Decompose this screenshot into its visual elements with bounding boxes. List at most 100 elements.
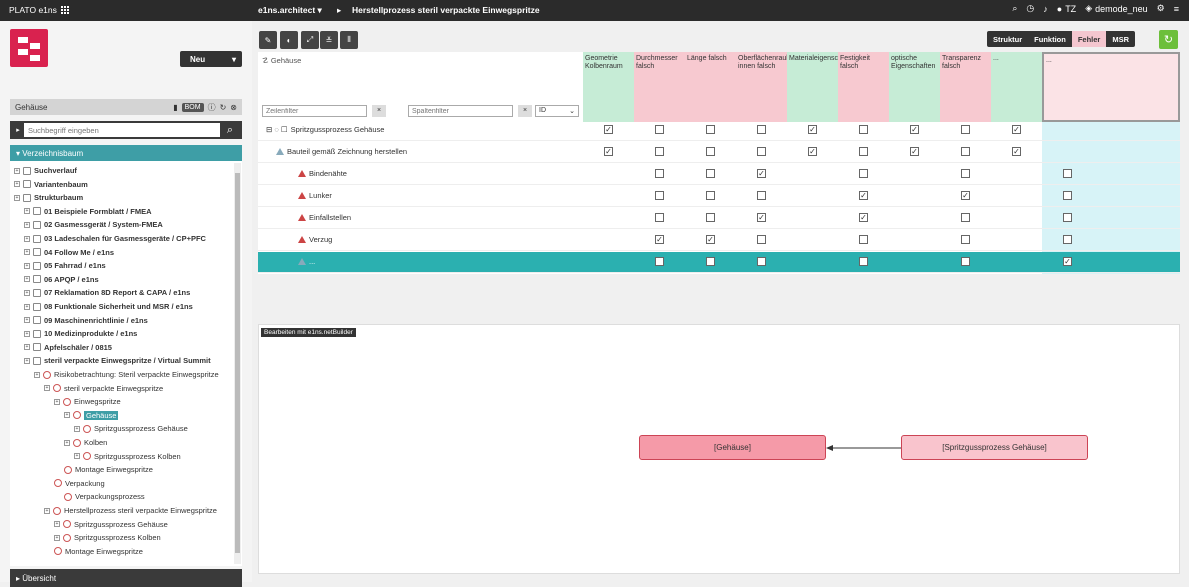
tree-item[interactable]: + Strukturbaum: [14, 191, 83, 204]
settings-icon[interactable]: ⚙: [1157, 3, 1165, 14]
tree-item[interactable]: +04 Follow Me / e1ns: [24, 246, 114, 259]
matrix-checkbox[interactable]: [859, 257, 868, 266]
matrix-checkbox[interactable]: [1063, 191, 1072, 200]
matrix-checkbox[interactable]: [859, 147, 868, 156]
bell-icon[interactable]: ♪: [1043, 4, 1048, 14]
expand-toggle-icon[interactable]: +: [24, 357, 30, 364]
tree-item[interactable]: + steril verpackte Einwegspritze: [44, 382, 163, 395]
info-icon[interactable]: ⓘ: [208, 102, 216, 113]
column-header[interactable]: Transparenz falsch: [940, 52, 991, 122]
expand-toggle-icon[interactable]: +: [54, 521, 60, 528]
new-button[interactable]: Neu ▾: [180, 51, 242, 67]
expand-toggle-icon[interactable]: +: [34, 371, 40, 378]
matrix-checkbox[interactable]: ✓: [910, 125, 919, 134]
tree-item[interactable]: Montage Einwegspritze: [54, 545, 143, 558]
matrix-checkbox[interactable]: ✓: [757, 213, 766, 222]
tool-button-1[interactable]: ✎: [259, 31, 277, 49]
breadcrumb-process[interactable]: Herstellprozess steril verpackte Einwegs…: [352, 5, 540, 15]
view-funktion[interactable]: Funktion: [1028, 31, 1072, 47]
tree-item[interactable]: +02 Gasmessgerät / System-FMEA: [24, 218, 163, 231]
expand-toggle-icon[interactable]: +: [24, 208, 30, 215]
matrix-checkbox[interactable]: ✓: [1012, 125, 1021, 134]
matrix-checkbox[interactable]: [655, 257, 664, 266]
column-header[interactable]: ...: [1042, 52, 1180, 122]
matrix-checkbox[interactable]: [1063, 213, 1072, 222]
tree-item[interactable]: +08 Funktionale Sicherheit und MSR / e1n…: [24, 300, 193, 313]
matrix-checkbox[interactable]: [757, 235, 766, 244]
matrix-row[interactable]: ... ✓: [258, 251, 1180, 273]
tree-item[interactable]: + Gehäuse: [64, 409, 119, 422]
matrix-checkbox[interactable]: [706, 213, 715, 222]
expand-toggle-icon[interactable]: +: [24, 262, 30, 269]
matrix-checkbox[interactable]: [655, 191, 664, 200]
tool-button-2[interactable]: ◐: [280, 31, 298, 49]
tree-item[interactable]: +03 Ladeschalen für Gasmessgeräte / CP+P…: [24, 232, 206, 245]
node-spritzgussprozess[interactable]: [Spritzgussprozess Gehäuse]: [901, 435, 1088, 460]
matrix-checkbox[interactable]: [757, 125, 766, 134]
matrix-checkbox[interactable]: [1063, 235, 1072, 244]
expand-toggle-icon[interactable]: +: [74, 425, 80, 432]
user-menu[interactable]: ● TZ: [1057, 4, 1076, 14]
tree-item[interactable]: + Spritzgussprozess Gehäuse: [54, 518, 168, 531]
tool-button-4[interactable]: ≚: [320, 31, 338, 49]
matrix-checkbox[interactable]: [655, 147, 664, 156]
matrix-checkbox[interactable]: ✓: [859, 191, 868, 200]
matrix-checkbox[interactable]: ✓: [808, 125, 817, 134]
tree-item[interactable]: + Suchverlauf: [14, 164, 77, 177]
reload-icon[interactable]: ↻: [220, 103, 227, 112]
matrix-checkbox[interactable]: [706, 257, 715, 266]
view-fehler[interactable]: Fehler: [1071, 31, 1107, 47]
clear-column-filter-button[interactable]: ×: [518, 105, 532, 117]
tree-item[interactable]: +05 Fahrrad / e1ns: [24, 259, 106, 272]
column-header[interactable]: Durchmesser falsch: [634, 52, 685, 122]
matrix-row[interactable]: Lunker ✓ ✓: [258, 185, 1180, 207]
expand-toggle-icon[interactable]: +: [24, 330, 30, 337]
tree-item[interactable]: +06 APQP / e1ns: [24, 273, 99, 286]
module-dropdown[interactable]: e1ns.architect ▾: [258, 5, 322, 16]
expand-toggle-icon[interactable]: +: [54, 534, 60, 541]
expand-toggle-icon[interactable]: +: [44, 385, 50, 392]
search-icon[interactable]: ⌕: [220, 124, 240, 137]
bom-button[interactable]: BOM: [181, 102, 204, 112]
view-msr[interactable]: MSR: [1106, 31, 1135, 47]
app-brand[interactable]: PLATO e1ns: [9, 5, 69, 15]
tree-item[interactable]: Verpackungsprozess: [64, 490, 145, 503]
expand-toggle-icon[interactable]: +: [44, 507, 50, 514]
matrix-checkbox[interactable]: ✓: [910, 147, 919, 156]
matrix-row[interactable]: Einfallstellen ✓ ✓: [258, 207, 1180, 229]
menu-icon[interactable]: ≡: [1174, 4, 1179, 14]
matrix-checkbox[interactable]: ✓: [655, 235, 664, 244]
tree-item[interactable]: + Kolben: [64, 436, 107, 449]
tree-item[interactable]: + Einwegspritze: [54, 395, 121, 408]
column-header[interactable]: Oberflächenrauhigkeit innen falsch: [736, 52, 787, 122]
matrix-checkbox[interactable]: ✓: [961, 191, 970, 200]
matrix-checkbox[interactable]: [961, 235, 970, 244]
matrix-row[interactable]: ⊟ ◌ ☐ Spritzgussprozess Gehäuse ✓ ✓ ✓ ✓: [258, 119, 1180, 141]
expand-toggle-icon[interactable]: +: [14, 167, 20, 174]
tree-item[interactable]: + Risikobetrachtung: Steril verpackte Ein…: [34, 368, 219, 381]
matrix-checkbox[interactable]: [859, 125, 868, 134]
matrix-row[interactable]: Bindenähte ✓: [258, 163, 1180, 185]
matrix-checkbox[interactable]: [859, 169, 868, 178]
tree-scrollbar[interactable]: [234, 163, 241, 564]
tree-item[interactable]: +09 Maschinenrichtlinie / e1ns: [24, 314, 148, 327]
expand-toggle-icon[interactable]: +: [64, 439, 70, 446]
column-header[interactable]: Festigkeit falsch: [838, 52, 889, 122]
matrix-checkbox[interactable]: ✓: [757, 169, 766, 178]
tree-item[interactable]: + steril verpackte Einwegspritze / Virtua…: [24, 354, 211, 367]
expand-toggle-icon[interactable]: +: [14, 181, 20, 188]
matrix-checkbox[interactable]: [706, 191, 715, 200]
expand-toggle-icon[interactable]: +: [24, 235, 30, 242]
matrix-checkbox[interactable]: [706, 125, 715, 134]
expand-toggle-icon[interactable]: +: [54, 398, 60, 405]
apps-grid-icon[interactable]: [60, 6, 69, 14]
expand-toggle-icon[interactable]: +: [24, 344, 30, 351]
matrix-checkbox[interactable]: [961, 169, 970, 178]
expand-toggle-icon[interactable]: +: [64, 412, 70, 419]
column-header[interactable]: Materialeigenschaften: [787, 52, 838, 122]
matrix-checkbox[interactable]: [961, 147, 970, 156]
expand-toggle-icon[interactable]: +: [74, 453, 80, 460]
matrix-checkbox[interactable]: [757, 191, 766, 200]
node-gehaeuse[interactable]: [Gehäuse]: [639, 435, 826, 460]
matrix-checkbox[interactable]: [655, 213, 664, 222]
